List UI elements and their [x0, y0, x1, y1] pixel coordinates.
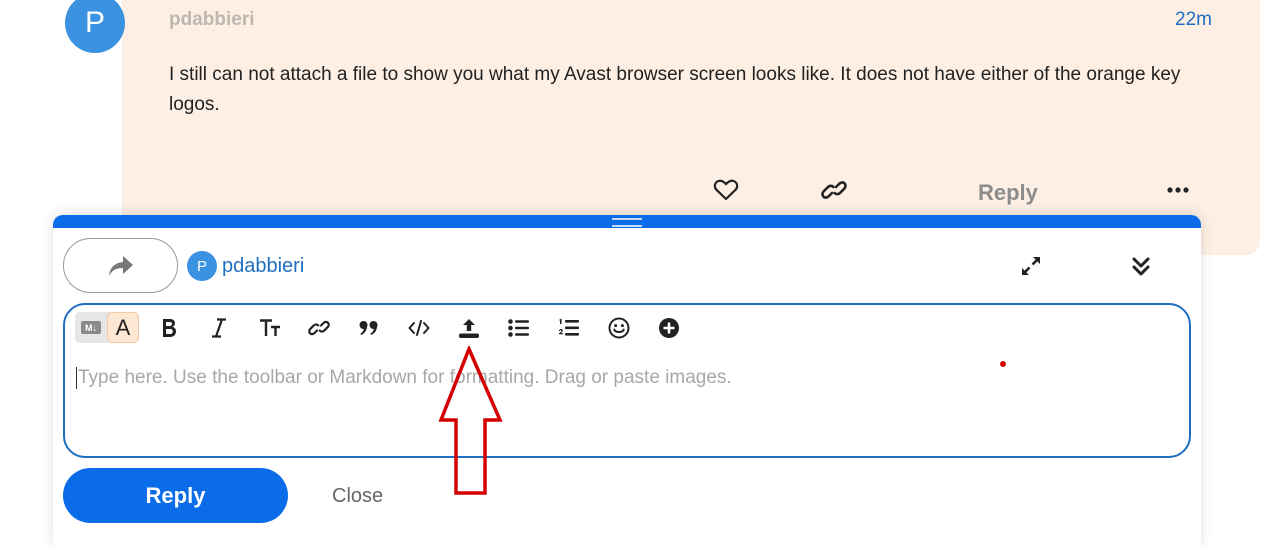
code-icon[interactable] — [407, 314, 431, 342]
post-time[interactable]: 22m — [1175, 9, 1212, 31]
link-icon[interactable] — [820, 176, 848, 204]
resize-grip[interactable] — [612, 218, 642, 227]
heart-icon[interactable] — [712, 176, 740, 204]
emoji-icon[interactable] — [607, 314, 631, 342]
post-body: I still can not attach a file to show yo… — [169, 64, 1181, 115]
bold-icon[interactable] — [158, 314, 180, 342]
heading-icon[interactable] — [258, 314, 282, 342]
rich-text-toggle[interactable]: A — [107, 312, 139, 343]
composer-action-button[interactable] — [63, 238, 178, 293]
post-reply-button[interactable]: Reply — [978, 180, 1038, 206]
upload-icon[interactable] — [457, 314, 481, 342]
editor-textarea[interactable]: Type here. Use the toolbar or Markdown f… — [78, 367, 732, 389]
annotation-dot — [1000, 361, 1006, 367]
markdown-icon: M↓ — [81, 321, 101, 334]
bullet-list-icon[interactable] — [507, 314, 531, 342]
post-username[interactable]: pdabbieri — [169, 9, 255, 31]
ellipsis-icon[interactable] — [1164, 178, 1192, 202]
expand-icon[interactable] — [1019, 254, 1043, 278]
hyperlink-icon[interactable] — [307, 314, 331, 342]
plus-circle-icon[interactable] — [657, 314, 681, 342]
double-chevron-down-icon[interactable] — [1129, 254, 1153, 280]
italic-icon[interactable] — [208, 314, 230, 342]
markdown-toggle[interactable]: M↓ A — [75, 312, 139, 343]
text-caret — [76, 367, 77, 389]
blockquote-icon[interactable] — [358, 314, 380, 342]
reply-to-avatar: P — [187, 251, 217, 281]
numbered-list-icon[interactable] — [557, 314, 581, 342]
annotation-arrow — [438, 346, 503, 495]
post-avatar[interactable]: P — [65, 0, 125, 53]
reply-to-username[interactable]: pdabbieri — [222, 255, 304, 278]
reply-button[interactable]: Reply — [63, 468, 288, 523]
close-button[interactable]: Close — [332, 485, 383, 508]
share-arrow-icon — [108, 255, 133, 276]
